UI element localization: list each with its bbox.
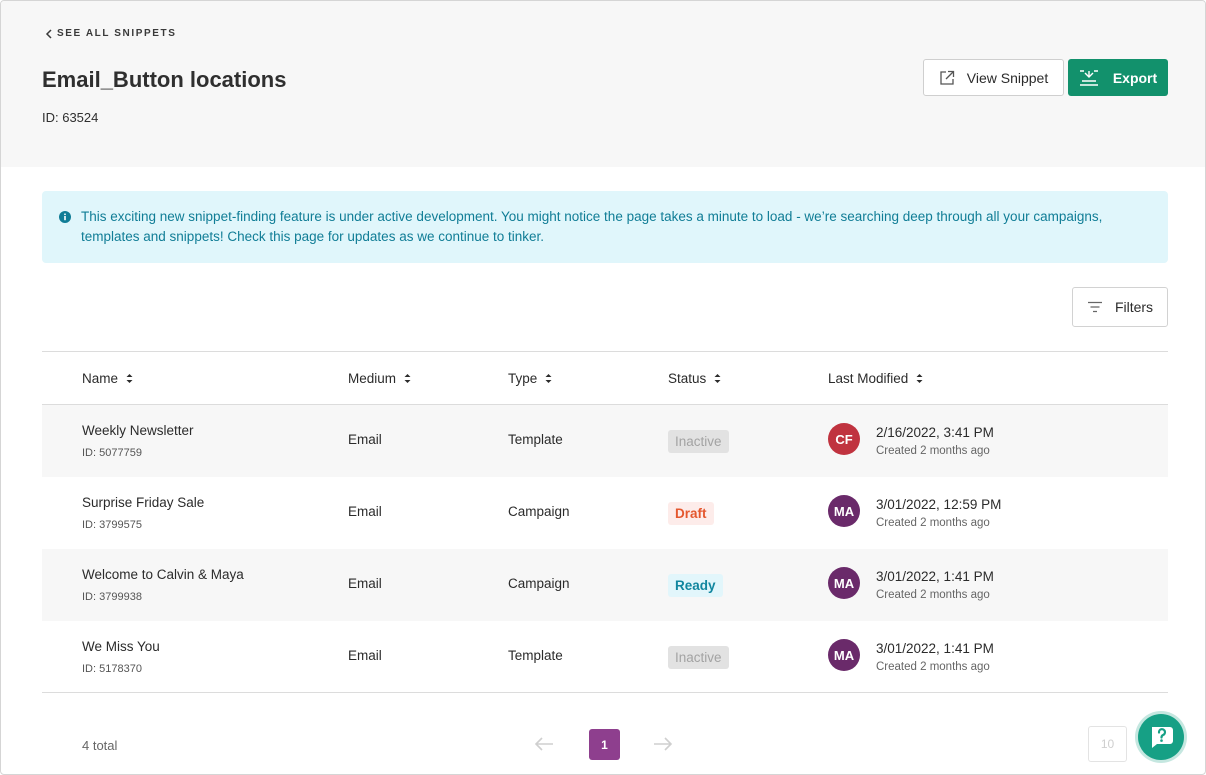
filters-label: Filters (1114, 299, 1154, 315)
table-row[interactable]: We Miss You ID: 5178370 Email Template I… (42, 621, 1168, 693)
column-label: Type (508, 371, 538, 386)
per-page-select[interactable]: 10 (1088, 726, 1127, 762)
view-snippet-button[interactable]: View Snippet (923, 59, 1064, 96)
filter-icon (1087, 301, 1102, 313)
table-header: Name Medium Type Status Last Modified (42, 351, 1168, 405)
row-name[interactable]: We Miss You (82, 639, 160, 654)
total-count: 4 total (82, 738, 118, 753)
table-row[interactable]: Welcome to Calvin & Maya ID: 3799938 Ema… (42, 549, 1168, 621)
row-name[interactable]: Weekly Newsletter (82, 423, 194, 438)
column-header-name[interactable]: Name (82, 371, 133, 386)
avatar: MA (828, 567, 860, 599)
chevron-left-icon (45, 28, 52, 39)
row-type: Template (508, 648, 563, 663)
info-notice: This exciting new snippet-finding featur… (42, 191, 1168, 263)
row-name[interactable]: Surprise Friday Sale (82, 495, 204, 510)
filters-button[interactable]: Filters (1072, 287, 1168, 327)
row-id: ID: 5077759 (82, 447, 142, 459)
external-link-icon (940, 70, 954, 85)
column-header-last-modified[interactable]: Last Modified (828, 371, 923, 386)
snippet-locations-table: Name Medium Type Status Last Modified We… (42, 351, 1168, 693)
column-label: Medium (348, 371, 397, 386)
sort-icon (126, 374, 133, 383)
row-created: Created 2 months ago (876, 445, 990, 457)
row-type: Campaign (508, 504, 570, 519)
status-badge: Inactive (668, 430, 729, 453)
page-button-current[interactable]: 1 (589, 729, 620, 760)
row-type: Template (508, 432, 563, 447)
avatar: MA (828, 495, 860, 527)
row-name[interactable]: Welcome to Calvin & Maya (82, 567, 244, 582)
column-header-type[interactable]: Type (508, 371, 552, 386)
page-header: SEE ALL SNIPPETS Email_Button locations … (1, 1, 1205, 167)
row-medium: Email (348, 432, 382, 447)
column-label: Last Modified (828, 371, 909, 386)
row-modified: 2/16/2022, 3:41 PM (876, 425, 994, 440)
status-badge: Draft (668, 502, 714, 525)
column-header-status[interactable]: Status (668, 371, 721, 386)
sort-icon (714, 374, 721, 383)
row-id: ID: 3799938 (82, 591, 142, 603)
export-button[interactable]: Export (1068, 59, 1168, 96)
status-badge: Ready (668, 574, 723, 597)
status-badge: Inactive (668, 646, 729, 669)
table-row[interactable]: Surprise Friday Sale ID: 3799575 Email C… (42, 477, 1168, 549)
sort-icon (404, 374, 411, 383)
row-medium: Email (348, 648, 382, 663)
export-icon (1079, 69, 1098, 86)
sort-icon (545, 374, 552, 383)
previous-page-button[interactable] (534, 735, 554, 758)
info-icon (59, 211, 71, 223)
row-modified: 3/01/2022, 1:41 PM (876, 641, 994, 656)
row-id: ID: 3799575 (82, 519, 142, 531)
help-button[interactable] (1138, 714, 1184, 760)
avatar: CF (828, 423, 860, 455)
column-label: Status (668, 371, 707, 386)
arrow-right-icon (654, 737, 673, 751)
notice-text: This exciting new snippet-finding featur… (81, 209, 1103, 244)
row-id: ID: 5178370 (82, 663, 142, 675)
next-page-button[interactable] (653, 735, 673, 758)
column-header-medium[interactable]: Medium (348, 371, 411, 386)
row-created: Created 2 months ago (876, 589, 990, 601)
snippet-id: ID: 63524 (42, 110, 99, 125)
row-type: Campaign (508, 576, 570, 591)
export-label: Export (1112, 69, 1158, 86)
row-created: Created 2 months ago (876, 661, 990, 673)
sort-icon (916, 374, 923, 383)
row-medium: Email (348, 576, 382, 591)
arrow-left-icon (534, 737, 553, 751)
see-all-snippets-link[interactable]: SEE ALL SNIPPETS (45, 28, 177, 39)
row-modified: 3/01/2022, 1:41 PM (876, 569, 994, 584)
page-title: Email_Button locations (42, 67, 287, 92)
view-snippet-label: View Snippet (966, 69, 1049, 86)
avatar: MA (828, 639, 860, 671)
snippet-locations-page: SEE ALL SNIPPETS Email_Button locations … (0, 0, 1206, 775)
row-created: Created 2 months ago (876, 517, 990, 529)
back-link-label: SEE ALL SNIPPETS (57, 28, 177, 39)
row-medium: Email (348, 504, 382, 519)
question-mark-icon (1152, 727, 1173, 748)
column-label: Name (82, 371, 119, 386)
table-row[interactable]: Weekly Newsletter ID: 5077759 Email Temp… (42, 405, 1168, 477)
row-modified: 3/01/2022, 12:59 PM (876, 497, 1002, 512)
